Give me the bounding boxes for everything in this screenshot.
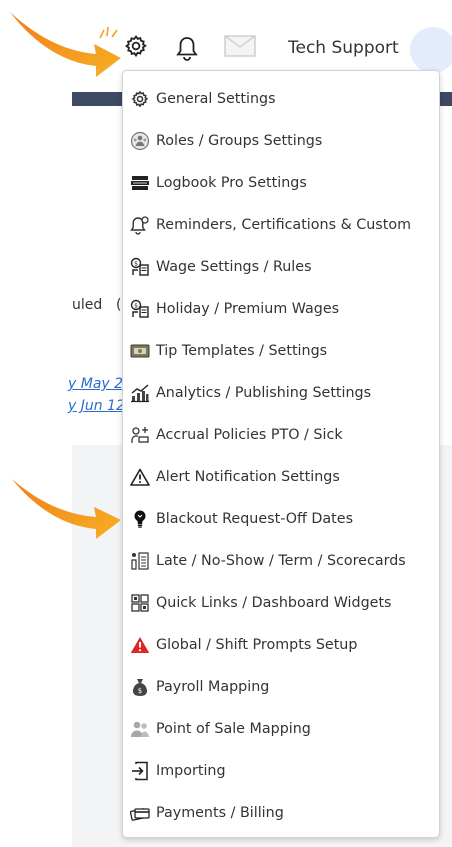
menu-item-label: General Settings [156,91,276,107]
roles-icon [130,131,150,151]
menu-item-label: Accrual Policies PTO / Sick [156,427,343,443]
menu-item-label: Wage Settings / Rules [156,259,312,275]
avatar[interactable] [410,27,452,73]
menu-item-holiday-premium[interactable]: $ Holiday / Premium Wages [123,288,439,330]
partial-date-link-2[interactable]: y Jun 12 [68,398,125,414]
arrow-pointer-blackout-icon [12,479,121,539]
money-bag-icon: $ [130,677,150,697]
menu-item-roles-groups[interactable]: Roles / Groups Settings [123,120,439,162]
menu-item-label: Holiday / Premium Wages [156,301,340,317]
lightbulb-icon [130,509,150,529]
mail-icon[interactable] [223,33,257,59]
menu-item-alert-notification[interactable]: Alert Notification Settings [123,456,439,498]
menu-item-label: Payroll Mapping [156,679,270,695]
menu-item-label: Point of Sale Mapping [156,721,311,737]
menu-item-label: Logbook Pro Settings [156,175,307,191]
menu-item-label: Payments / Billing [156,805,284,821]
payment-cards-icon [130,803,150,823]
menu-item-late-no-show[interactable]: Late / No-Show / Term / Scorecards [123,540,439,582]
menu-item-label: Quick Links / Dashboard Widgets [156,595,392,611]
arrow-pointer-gear-icon [10,12,121,77]
accrual-icon [130,425,150,445]
settings-dropdown: General Settings Roles / Groups Settings… [122,70,440,838]
menu-item-payments-billing[interactable]: Payments / Billing [123,792,439,834]
import-icon [130,761,150,781]
menu-item-general-settings[interactable]: General Settings [123,78,439,120]
logbook-icon [130,173,150,193]
menu-item-label: Reminders, Certifications & Custom [156,217,412,233]
user-name[interactable]: Tech Support [288,38,399,58]
partial-date-link-1[interactable]: y May 2 [68,376,123,392]
alert-triangle-icon [130,467,150,487]
bell-icon[interactable] [174,33,200,63]
menu-item-tip-templates[interactable]: Tip Templates / Settings [123,330,439,372]
reminder-bell-icon [130,215,150,235]
menu-item-label: Alert Notification Settings [156,469,340,485]
menu-item-payroll-mapping[interactable]: $ Payroll Mapping [123,666,439,708]
svg-text:$: $ [134,303,138,310]
gear-icon [130,89,150,109]
people-icon [130,719,150,739]
analytics-icon [130,383,150,403]
svg-text:$: $ [138,687,142,695]
menu-item-global-prompts[interactable]: Global / Shift Prompts Setup [123,624,439,666]
warning-red-icon [130,635,150,655]
menu-item-accrual-policies[interactable]: Accrual Policies PTO / Sick [123,414,439,456]
menu-item-importing[interactable]: Importing [123,750,439,792]
menu-item-reminders[interactable]: Reminders, Certifications & Custom [123,204,439,246]
tip-icon [130,341,150,361]
menu-item-analytics[interactable]: Analytics / Publishing Settings [123,372,439,414]
menu-item-label: Tip Templates / Settings [156,343,328,359]
partial-status-text: uled [72,297,103,313]
menu-item-label: Importing [156,763,226,779]
partial-paren: ( [116,297,122,313]
menu-item-blackout-dates[interactable]: Blackout Request-Off Dates [123,498,439,540]
menu-item-wage-settings[interactable]: $ Wage Settings / Rules [123,246,439,288]
menu-item-quick-links[interactable]: Quick Links / Dashboard Widgets [123,582,439,624]
menu-item-label: Roles / Groups Settings [156,133,323,149]
svg-text:$: $ [134,261,138,268]
menu-item-label: Late / No-Show / Term / Scorecards [156,553,406,569]
scorecard-icon [130,551,150,571]
menu-item-pos-mapping[interactable]: Point of Sale Mapping [123,708,439,750]
holiday-wage-icon: $ [130,299,150,319]
menu-item-label: Global / Shift Prompts Setup [156,637,358,653]
menu-item-label: Analytics / Publishing Settings [156,385,372,401]
menu-item-logbook-pro[interactable]: Logbook Pro Settings [123,162,439,204]
menu-item-label: Blackout Request-Off Dates [156,511,354,527]
wage-icon: $ [130,257,150,277]
widgets-icon [130,593,150,613]
